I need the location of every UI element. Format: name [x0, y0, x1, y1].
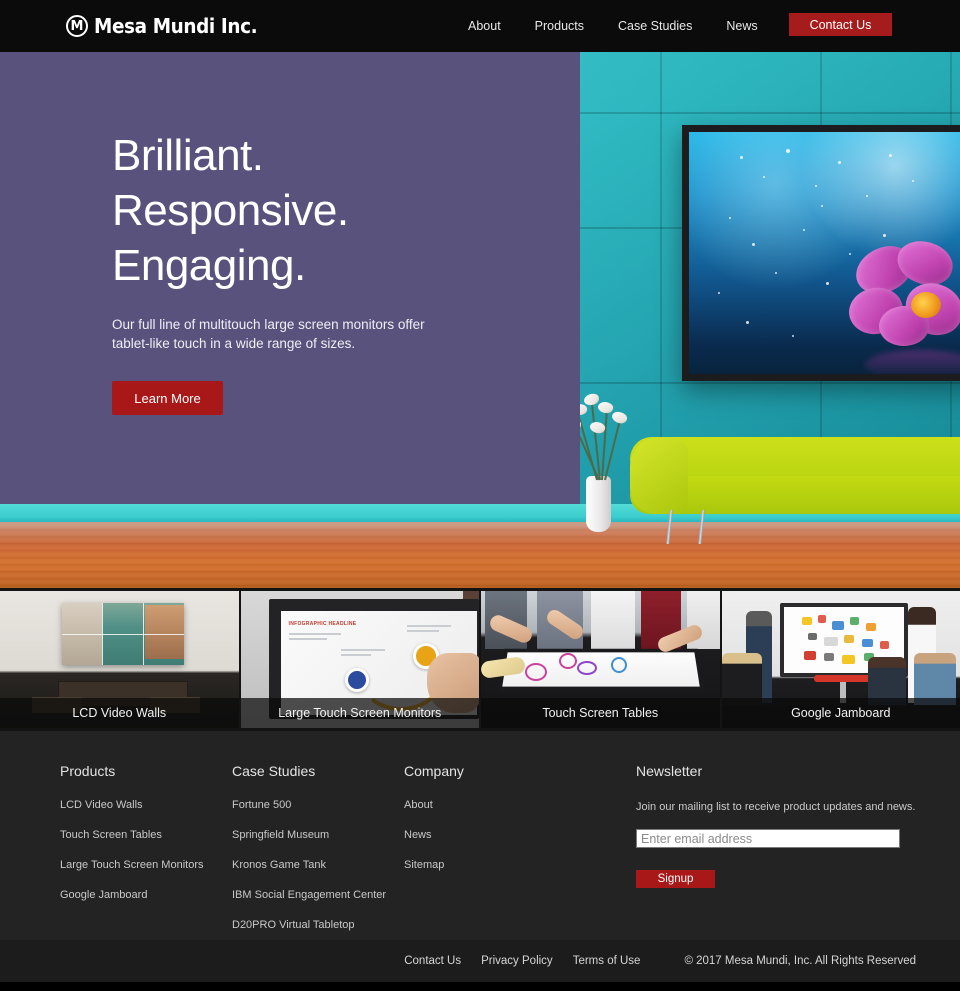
- hero-headline-line-3: Engaging.: [112, 241, 306, 290]
- floor-reflection: [0, 522, 960, 544]
- footer-link-touch-screen-tables[interactable]: Touch Screen Tables: [60, 829, 232, 841]
- footer-column-newsletter: Newsletter Join our mailing list to rece…: [636, 763, 936, 949]
- product-tile-touch-screen-tables[interactable]: Touch Screen Tables: [481, 591, 720, 728]
- chart-icon: [344, 668, 369, 692]
- footer-link-springfield-museum[interactable]: Springfield Museum: [232, 829, 404, 841]
- sofa-armrest: [630, 437, 688, 514]
- infographic-headline: INFOGRAPHIC HEADLINE: [288, 621, 357, 627]
- hero-content: Brilliant. Responsive. Engaging. Our ful…: [112, 128, 572, 415]
- footer-link-ibm-social-engagement-center[interactable]: IBM Social Engagement Center: [232, 889, 404, 901]
- footer-column-products: Products LCD Video Walls Touch Screen Ta…: [60, 763, 232, 949]
- logo-emblem-letter: M: [70, 18, 84, 34]
- orchid-flower: [844, 235, 960, 374]
- site-header: M Mesa Mundi Inc. About Products Case St…: [0, 0, 960, 52]
- newsletter-signup-button[interactable]: Signup: [636, 870, 715, 888]
- main-navigation: About Products Case Studies News: [468, 0, 775, 52]
- bottom-link-contact-us[interactable]: Contact Us: [404, 955, 461, 967]
- footer-column-title: Case Studies: [232, 763, 316, 779]
- tile-caption: LCD Video Walls: [0, 698, 239, 728]
- nav-item-products[interactable]: Products: [518, 19, 601, 33]
- footer-column-title: Products: [60, 763, 116, 779]
- footer-column-company: Company About News Sitemap: [404, 763, 636, 949]
- footer-link-news[interactable]: News: [404, 829, 636, 841]
- nav-item-news[interactable]: News: [709, 19, 774, 33]
- footer-column-case-studies: Case Studies Fortune 500 Springfield Mus…: [232, 763, 404, 949]
- footer-link-d20pro-virtual-tabletop[interactable]: D20PRO Virtual Tabletop: [232, 919, 404, 931]
- newsletter-title: Newsletter: [636, 763, 703, 779]
- product-tiles-strip: LCD Video Walls INFOGRAPHIC HEADLINE Lar…: [0, 588, 960, 731]
- hero-headline: Brilliant. Responsive. Engaging.: [112, 128, 572, 293]
- hero-section: Brilliant. Responsive. Engaging. Our ful…: [0, 52, 960, 588]
- footer-link-google-jamboard[interactable]: Google Jamboard: [60, 889, 232, 901]
- footer-link-about[interactable]: About: [404, 799, 636, 811]
- contact-us-button[interactable]: Contact Us: [789, 13, 892, 36]
- site-logo[interactable]: M Mesa Mundi Inc.: [66, 14, 271, 38]
- footer-link-kronos-game-tank[interactable]: Kronos Game Tank: [232, 859, 404, 871]
- tile-caption: Large Touch Screen Monitors: [240, 698, 479, 728]
- footer-link-sitemap[interactable]: Sitemap: [404, 859, 636, 871]
- product-tile-lcd-video-walls[interactable]: LCD Video Walls: [0, 591, 239, 728]
- footer-link-large-touch-screen-monitors[interactable]: Large Touch Screen Monitors: [60, 859, 232, 871]
- footer-column-title: Company: [404, 763, 464, 779]
- bottom-link-privacy-policy[interactable]: Privacy Policy: [481, 955, 553, 967]
- hero-headline-line-1: Brilliant.: [112, 131, 264, 180]
- hero-subtext: Our full line of multitouch large screen…: [112, 317, 425, 351]
- logo-emblem-icon: M: [66, 15, 88, 37]
- monitor-screen-image: [689, 132, 960, 374]
- product-tile-large-touch-screen-monitors[interactable]: INFOGRAPHIC HEADLINE Large Touch Screen …: [240, 591, 479, 728]
- hero-headline-line-2: Responsive.: [112, 186, 349, 235]
- wall-monitor: [682, 125, 960, 381]
- newsletter-description: Join our mailing list to receive product…: [636, 801, 916, 813]
- bottom-link-terms-of-use[interactable]: Terms of Use: [573, 955, 641, 967]
- copyright-text: © 2017 Mesa Mundi, Inc. All Rights Reser…: [684, 955, 916, 967]
- newsletter-email-input[interactable]: [636, 829, 900, 848]
- footer-link-fortune-500[interactable]: Fortune 500: [232, 799, 404, 811]
- nav-item-case-studies[interactable]: Case Studies: [601, 19, 709, 33]
- logo-text: Mesa Mundi Inc.: [94, 14, 258, 38]
- flower-vase: [586, 476, 611, 532]
- learn-more-button[interactable]: Learn More: [112, 381, 223, 415]
- nav-item-about[interactable]: About: [468, 19, 518, 33]
- site-footer: Products LCD Video Walls Touch Screen Ta…: [0, 731, 960, 940]
- tile-caption: Google Jamboard: [721, 698, 960, 728]
- tile-caption: Touch Screen Tables: [481, 698, 720, 728]
- footer-link-lcd-video-walls[interactable]: LCD Video Walls: [60, 799, 232, 811]
- product-tile-google-jamboard[interactable]: Google Jamboard: [721, 591, 960, 728]
